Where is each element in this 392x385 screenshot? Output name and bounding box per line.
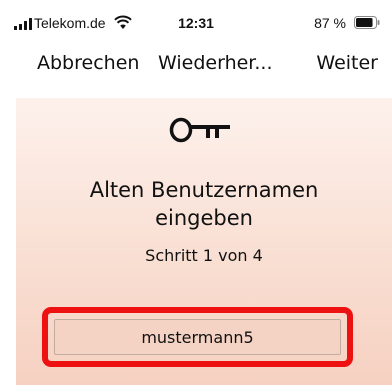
heading-line-2: eingeben <box>155 206 253 230</box>
heading-line-1: Alten Benutzernamen <box>89 178 319 202</box>
next-button[interactable]: Weiter <box>316 52 378 74</box>
content-panel: Alten Benutzernamen eingeben Schritt 1 v… <box>16 98 392 385</box>
highlight-frame: mustermann5 <box>42 307 353 367</box>
battery-percent: 87 % <box>314 15 346 31</box>
page-heading: Alten Benutzernamen eingeben <box>16 176 392 232</box>
username-value: mustermann5 <box>141 327 254 347</box>
battery-icon <box>354 16 380 29</box>
status-bar: Telekom.de 12:31 87 % <box>0 0 392 44</box>
cancel-button[interactable]: Abbrechen <box>37 52 139 74</box>
step-indicator: Schritt 1 von 4 <box>145 246 263 265</box>
battery-fill <box>356 18 373 27</box>
key-icon <box>169 117 230 143</box>
phone-screen: Telekom.de 12:31 87 % Abbrechen Wiederhe… <box>0 0 392 385</box>
nav-title: Wiederher... <box>158 52 273 74</box>
navigation-bar: Abbrechen Wiederher... Weiter <box>0 44 392 88</box>
username-input[interactable]: mustermann5 <box>54 319 341 355</box>
